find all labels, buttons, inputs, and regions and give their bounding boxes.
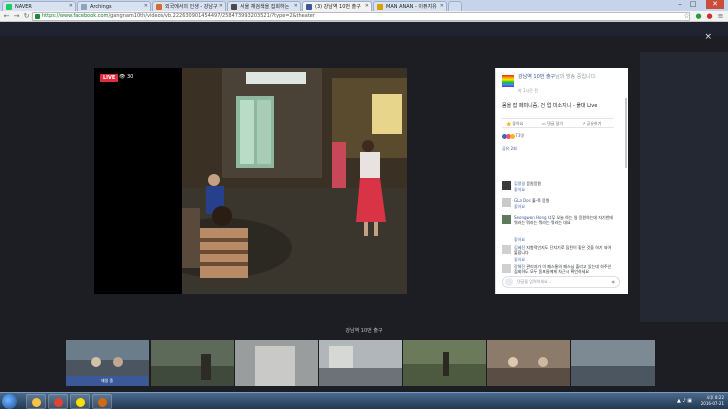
avatar[interactable] <box>502 264 511 273</box>
windows-taskbar: ▲ ♪ ▣ 오후 8:22 2016-07-21 <box>0 392 728 409</box>
browser-tab-strip: NAVER ✕ Archings ✕ 외국에서의 인생 - 강남구 ✕ 서울 재… <box>0 0 728 11</box>
right-column-ghost <box>640 52 728 322</box>
close-tab-icon[interactable]: ✕ <box>69 2 73 10</box>
comment-item: 강해진 관리자가 이 페스통의 페스님 출리고 있는데 하주인 집회하도 모두 … <box>502 264 620 276</box>
live-video-frame[interactable] <box>182 68 407 294</box>
avatar <box>505 278 513 286</box>
thumbnail-image <box>487 340 570 386</box>
comment-like-link[interactable]: 좋아요 <box>514 237 525 243</box>
media-player-icon <box>98 398 107 407</box>
close-tab-icon[interactable]: ✕ <box>440 2 444 10</box>
reload-icon[interactable]: ↻ <box>22 12 31 21</box>
comment-icon: ▭ <box>542 121 546 126</box>
share-icon: ↗ <box>582 121 586 126</box>
facebook-header-ghost <box>0 22 728 36</box>
sidebar-scrollbar[interactable] <box>625 98 627 168</box>
avatar[interactable] <box>502 198 511 207</box>
comment-like-link[interactable]: 좋아요 <box>514 257 525 263</box>
video-thumbnail[interactable] <box>487 340 570 386</box>
address-bar[interactable]: https://www.facebook.com/gangnam10th/vid… <box>32 12 690 21</box>
post-sidebar: 강남역 10번 출구님의 방송 중입니다. 약 1시간 전 몸을 잡 페미니즘,… <box>495 68 628 294</box>
comment-input[interactable]: 댓글을 입력하세요... ◉ <box>502 276 620 288</box>
clock[interactable]: 오후 8:22 2016-07-21 <box>701 395 724 407</box>
video-thumbnail[interactable] <box>571 340 655 386</box>
thumbs-up-icon: 👍 <box>506 121 511 126</box>
comment-like-link[interactable]: 좋아요 <box>514 187 525 193</box>
video-thumbnail[interactable] <box>319 340 402 386</box>
chrome-menu-icon[interactable]: ≡ <box>716 12 725 21</box>
close-tab-icon[interactable]: ✕ <box>219 2 223 10</box>
reactions-summary[interactable]: 73명 <box>502 133 524 139</box>
maximize-icon[interactable]: □ <box>687 0 699 9</box>
taskbar-chrome[interactable] <box>48 394 68 409</box>
avatar[interactable] <box>502 181 511 190</box>
share-button[interactable]: ↗ 공유하기 <box>582 121 601 127</box>
naver-favicon-icon <box>6 4 12 10</box>
avatar[interactable] <box>502 215 511 224</box>
video-thumbnail[interactable] <box>403 340 486 386</box>
tab-foreign-life[interactable]: 외국에서의 인생 - 강남구 ✕ <box>152 1 226 11</box>
facebook-favicon-icon <box>306 4 312 10</box>
system-tray-icons[interactable]: ▲ ♪ ▣ <box>677 398 692 404</box>
more-videos-heading: 강남역 10번 출구 <box>345 328 383 334</box>
thumbnail-image <box>403 340 486 386</box>
post-time: 약 1시간 전 <box>518 88 538 93</box>
forward-icon[interactable]: → <box>12 12 21 21</box>
blog-favicon-icon <box>156 4 162 10</box>
now-playing-label: 재생 중 <box>66 376 148 386</box>
thumbnail-image <box>235 340 318 386</box>
video-player[interactable]: LIVE 👁 30 <box>94 68 407 294</box>
page-name-link[interactable]: 강남역 10번 출구 <box>518 74 555 80</box>
extension-red-icon[interactable]: ● <box>705 12 714 21</box>
street-scene-image <box>182 68 407 294</box>
close-overlay-icon[interactable]: × <box>704 32 712 42</box>
chrome-icon <box>54 398 63 407</box>
browser-toolbar: ← → ↻ https://www.facebook.com/gangnam10… <box>0 11 728 22</box>
live-badge: LIVE <box>100 74 119 82</box>
news-favicon-icon <box>231 4 237 10</box>
like-button[interactable]: 👍 좋아요 <box>506 121 523 127</box>
lock-icon <box>35 14 40 19</box>
video-thumbnail[interactable] <box>235 340 318 386</box>
tab-seoul-rally[interactable]: 서울 재검색을 집회하는 ✕ <box>227 1 301 11</box>
minimize-icon[interactable]: – <box>674 0 686 9</box>
facebook-theater-overlay: × LIVE 👁 30 강남역 10번 출구님의 방송 중입니다. 약 1시간 … <box>0 22 728 392</box>
thumbnail-image <box>319 340 402 386</box>
page-avatar[interactable] <box>502 75 514 87</box>
thumbnail-image <box>571 340 655 386</box>
camera-icon[interactable]: ◉ <box>612 277 616 287</box>
comment-like-link[interactable]: 좋아요 <box>514 204 525 210</box>
man-favicon-icon <box>377 4 383 10</box>
extension-icon[interactable]: ● <box>694 12 703 21</box>
taskbar-media[interactable] <box>92 394 112 409</box>
tab-naver[interactable]: NAVER ✕ <box>2 1 76 11</box>
back-icon[interactable]: ← <box>2 12 11 21</box>
start-button[interactable] <box>2 394 17 409</box>
comment-button[interactable]: ▭ 댓글 달기 <box>542 121 563 127</box>
taskbar-explorer[interactable] <box>26 394 46 409</box>
tab-man-anan[interactable]: MAN ANAN - 이퓨지유 ✕ <box>373 1 447 11</box>
share-count[interactable]: 공유 2회 <box>502 146 517 152</box>
tab-archings[interactable]: Archings ✕ <box>77 1 151 11</box>
post-caption: 몸을 잡 페미니즘, 건 업 미소지니 - 풀대 Live <box>502 103 598 109</box>
new-tab-button[interactable] <box>448 1 462 11</box>
archings-favicon-icon <box>81 4 87 10</box>
video-thumbnail[interactable] <box>151 340 234 386</box>
close-tab-icon[interactable]: ✕ <box>294 2 298 10</box>
close-window-icon[interactable]: ✕ <box>706 0 724 9</box>
close-tab-icon[interactable]: ✕ <box>365 2 369 10</box>
taskbar-kakaotalk[interactable] <box>70 394 90 409</box>
thumbnail-image <box>151 340 234 386</box>
viewer-count: 👁 30 <box>119 74 134 80</box>
avatar[interactable] <box>502 245 511 254</box>
explorer-icon <box>32 398 41 407</box>
eye-icon: 👁 <box>119 74 126 80</box>
tab-facebook-gangnam[interactable]: (3) 강남역 10번 출구 ✕ <box>302 1 372 11</box>
close-tab-icon[interactable]: ✕ <box>144 2 148 10</box>
post-actions: 👍 좋아요 ▭ 댓글 달기 ↗ 공유하기 <box>502 118 614 128</box>
kakaotalk-icon <box>76 398 85 407</box>
bookmark-star-icon[interactable]: ☆ <box>682 12 691 21</box>
